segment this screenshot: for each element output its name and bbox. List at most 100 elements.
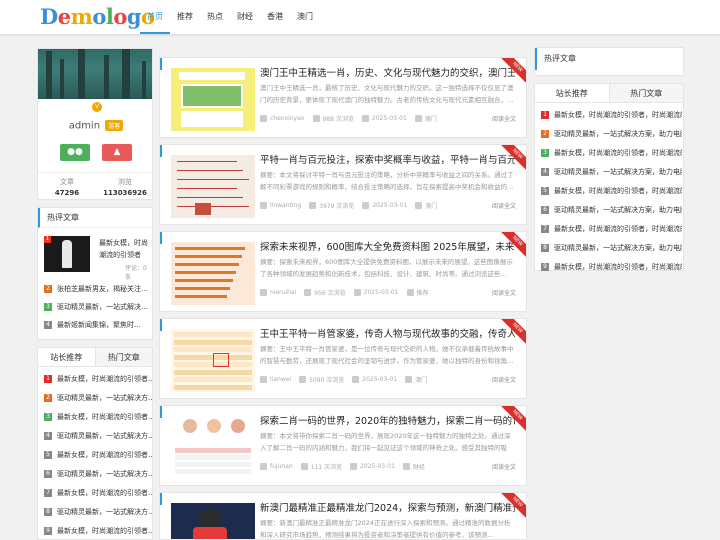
section-title: 热评文章 bbox=[38, 208, 152, 228]
read-more-link[interactable]: 阅读全文 bbox=[492, 375, 516, 384]
read-more-link[interactable]: 阅读全文 bbox=[492, 201, 516, 210]
recommend-list: 1 最新女模，时尚潮流的引领者… 2 驱动精灵最新，一站式解决方… 3 最新女模，时尚潮流… bbox=[38, 367, 152, 540]
hot-top-title[interactable]: 最新女模，时尚潮流的引领者 bbox=[99, 237, 149, 261]
nav-item[interactable]: 首页 bbox=[140, 0, 170, 34]
post-category[interactable]: 澳门 bbox=[425, 201, 437, 210]
list-item[interactable]: 5 最新女模，时尚潮流的引领者… bbox=[38, 446, 152, 465]
rank-number: 1 bbox=[44, 375, 52, 383]
post-author[interactable]: chenxinyao bbox=[270, 115, 305, 122]
folder-icon bbox=[414, 115, 422, 122]
tab-recommend[interactable]: 站长推荐 bbox=[535, 84, 609, 102]
list-item-title: 驱动精灵最新，一站式解决方案，助力电脑维… bbox=[554, 206, 682, 214]
notify-button[interactable]: ▲ bbox=[102, 144, 132, 161]
post-views: 3979 次浏览 bbox=[319, 203, 355, 210]
rank-number: 7 bbox=[541, 225, 549, 233]
hot-top-meta: 评论：0 条 bbox=[125, 265, 147, 281]
hot-top-thumbnail[interactable]: 1 bbox=[44, 236, 90, 272]
list-item[interactable]: 7 最新女模，时尚潮流的引领者，时尚潮流的引… bbox=[535, 220, 682, 239]
post-card: 澳门王中王精选一肖，历史、文化与现代魅力的交织，澳门王… 澳门王中王精选一肖，最核… bbox=[159, 57, 527, 138]
list-item[interactable]: 7 最新女模，时尚潮流的引领者… bbox=[38, 484, 152, 503]
list-item[interactable]: 8 驱动精灵最新，一站式解决方… bbox=[38, 503, 152, 522]
post-title[interactable]: 澳门王中王精选一肖，历史、文化与现代魅力的交织，澳门王… bbox=[260, 65, 515, 79]
list-item[interactable]: 1 最新女模，时尚潮流的引领者，时尚潮流的引… bbox=[535, 106, 682, 125]
rank-number: 4 bbox=[541, 168, 549, 176]
post-thumbnail[interactable] bbox=[171, 242, 255, 305]
post-category[interactable]: 澳门 bbox=[425, 114, 437, 123]
nav-item[interactable]: 热点 bbox=[200, 0, 230, 34]
list-item-title: 张柏芝最新男友，揭秘关注… bbox=[57, 285, 148, 293]
list-item[interactable]: 6 驱动精灵最新，一站式解决方案，助力电脑维… bbox=[535, 201, 682, 220]
stat-value: 47296 bbox=[54, 189, 80, 197]
post-views: 111 次浏览 bbox=[310, 464, 343, 471]
author-avatar-icon bbox=[260, 376, 267, 383]
list-item[interactable]: 9 最新女模，时尚潮流的引领者… bbox=[38, 522, 152, 540]
stat-views: 浏览 113036926 bbox=[96, 177, 154, 197]
nav-item[interactable]: 澳门 bbox=[290, 0, 320, 34]
post-date: 2025-03-01 bbox=[363, 289, 399, 296]
post-thumbnail[interactable] bbox=[171, 68, 255, 131]
tab-popular[interactable]: 热门文章 bbox=[94, 348, 152, 366]
post-meta: fujunan 111 次浏览 2025-03-01 财经 阅读全文 bbox=[260, 462, 516, 471]
post-author[interactable]: linwanting bbox=[270, 202, 301, 209]
read-more-link[interactable]: 阅读全文 bbox=[492, 462, 516, 471]
list-item[interactable]: 3 最新女模，时尚潮流的引领者… bbox=[38, 408, 152, 427]
list-item[interactable]: 6 驱动精灵最新，一站式解决方… bbox=[38, 465, 152, 484]
list-item-title: 最新女模，时尚潮流的引领者… bbox=[57, 413, 152, 421]
tab-recommend[interactable]: 站长推荐 bbox=[38, 348, 95, 366]
nav-item[interactable]: 推荐 bbox=[170, 0, 200, 34]
wechat-icon: ●● bbox=[67, 147, 83, 157]
post-excerpt: 摘要：本文将带你探索二肖一码的世界，展现2020年这一独特魅力的独特之处。通过深… bbox=[260, 432, 511, 452]
rank-number: 8 bbox=[541, 244, 549, 252]
post-author[interactable]: fujunan bbox=[270, 463, 293, 470]
clock-icon bbox=[350, 463, 358, 470]
post-title[interactable]: 探索未来视界，600图库大全免费资料图 2025年展望，未来视… bbox=[260, 239, 515, 253]
site-logo[interactable]: Demologo bbox=[40, 4, 155, 29]
post-author[interactable]: nieruihai bbox=[270, 289, 296, 296]
read-more-link[interactable]: 阅读全文 bbox=[492, 288, 516, 297]
folder-icon bbox=[402, 463, 410, 470]
wechat-button[interactable]: ●● bbox=[60, 144, 90, 161]
list-item[interactable]: 9 最新女模，时尚潮流的引领者，时尚潮流的引… bbox=[535, 258, 682, 277]
list-item[interactable]: 8 驱动精灵最新，一站式解决方案，助力电脑维… bbox=[535, 239, 682, 258]
post-category[interactable]: 推荐 bbox=[417, 288, 429, 297]
post-author[interactable]: lianwei bbox=[270, 376, 291, 383]
rank-number: 7 bbox=[44, 489, 52, 497]
clock-icon bbox=[362, 202, 370, 209]
post-accent-bar bbox=[160, 58, 162, 70]
post-thumbnail[interactable] bbox=[171, 503, 255, 539]
post-category[interactable]: 财经 bbox=[413, 462, 425, 471]
post-excerpt: 澳门王中王精选一肖，最核了历史、文化与现代魅力的交织。这一独特选择不仅仅显了澳门… bbox=[260, 84, 514, 104]
post-title[interactable]: 平特一肖与百元投注，探索中奖概率与收益，平特一肖与百元… bbox=[260, 152, 515, 166]
read-more-link[interactable]: 阅读全文 bbox=[492, 114, 516, 123]
right-hot-comments: 热评文章 bbox=[534, 47, 684, 76]
list-item[interactable]: 3 驱动精灵最新，一站式解决… bbox=[38, 298, 152, 316]
nav-item[interactable]: 香港 bbox=[260, 0, 290, 34]
rank-number: 1 bbox=[44, 236, 51, 243]
list-item[interactable]: 4 驱动精灵最新，一站式解决方… bbox=[38, 427, 152, 446]
post-thumbnail[interactable] bbox=[171, 329, 255, 392]
post-title[interactable]: 探索二肖一码的世界，2020年的独特魅力，探索二肖一码的世… bbox=[260, 413, 515, 427]
rank-number: 6 bbox=[541, 206, 549, 214]
list-item[interactable]: 4 最新姬新闻集锦，聚焦时… bbox=[38, 316, 152, 334]
list-item[interactable]: 2 张柏芝最新男友，揭秘关注… bbox=[38, 280, 152, 298]
post-thumbnail[interactable] bbox=[171, 416, 255, 479]
logo-letter: o bbox=[113, 4, 127, 29]
logo-letter: m bbox=[70, 4, 93, 29]
tab-popular[interactable]: 热门文章 bbox=[608, 84, 683, 102]
list-item[interactable]: 4 驱动精灵最新，一站式解决方案，助力电脑维… bbox=[535, 163, 682, 182]
list-item[interactable]: 2 驱动精灵最新，一站式解决方案，助力电脑维… bbox=[535, 125, 682, 144]
list-item[interactable]: 1 最新女模，时尚潮流的引领者… bbox=[38, 370, 152, 389]
post-category[interactable]: 澳门 bbox=[415, 375, 427, 384]
post-card: 探索未来视界，600图库大全免费资料图 2025年展望，未来视… 摘要：探索未来视… bbox=[159, 231, 527, 312]
list-item[interactable]: 2 驱动精灵最新，一站式解决方… bbox=[38, 389, 152, 408]
folder-icon bbox=[415, 202, 423, 209]
post-thumbnail[interactable] bbox=[171, 155, 255, 218]
list-item[interactable]: 5 最新女模，时尚潮流的引领者，时尚潮流的引… bbox=[535, 182, 682, 201]
clock-icon bbox=[361, 115, 369, 122]
post-title[interactable]: 新澳门最精准正最精准龙门2024，探索与预测，新澳门精准预… bbox=[260, 500, 515, 514]
nav-item[interactable]: 财经 bbox=[230, 0, 260, 34]
post-title[interactable]: 王中王平特一肖管家婆，传奇人物与现代故事的交融，传奇人… bbox=[260, 326, 515, 340]
rank-number: 9 bbox=[44, 527, 52, 535]
list-item[interactable]: 3 最新女模，时尚潮流的引领者，时尚潮流的引… bbox=[535, 144, 682, 163]
rank-number: 9 bbox=[541, 263, 549, 271]
